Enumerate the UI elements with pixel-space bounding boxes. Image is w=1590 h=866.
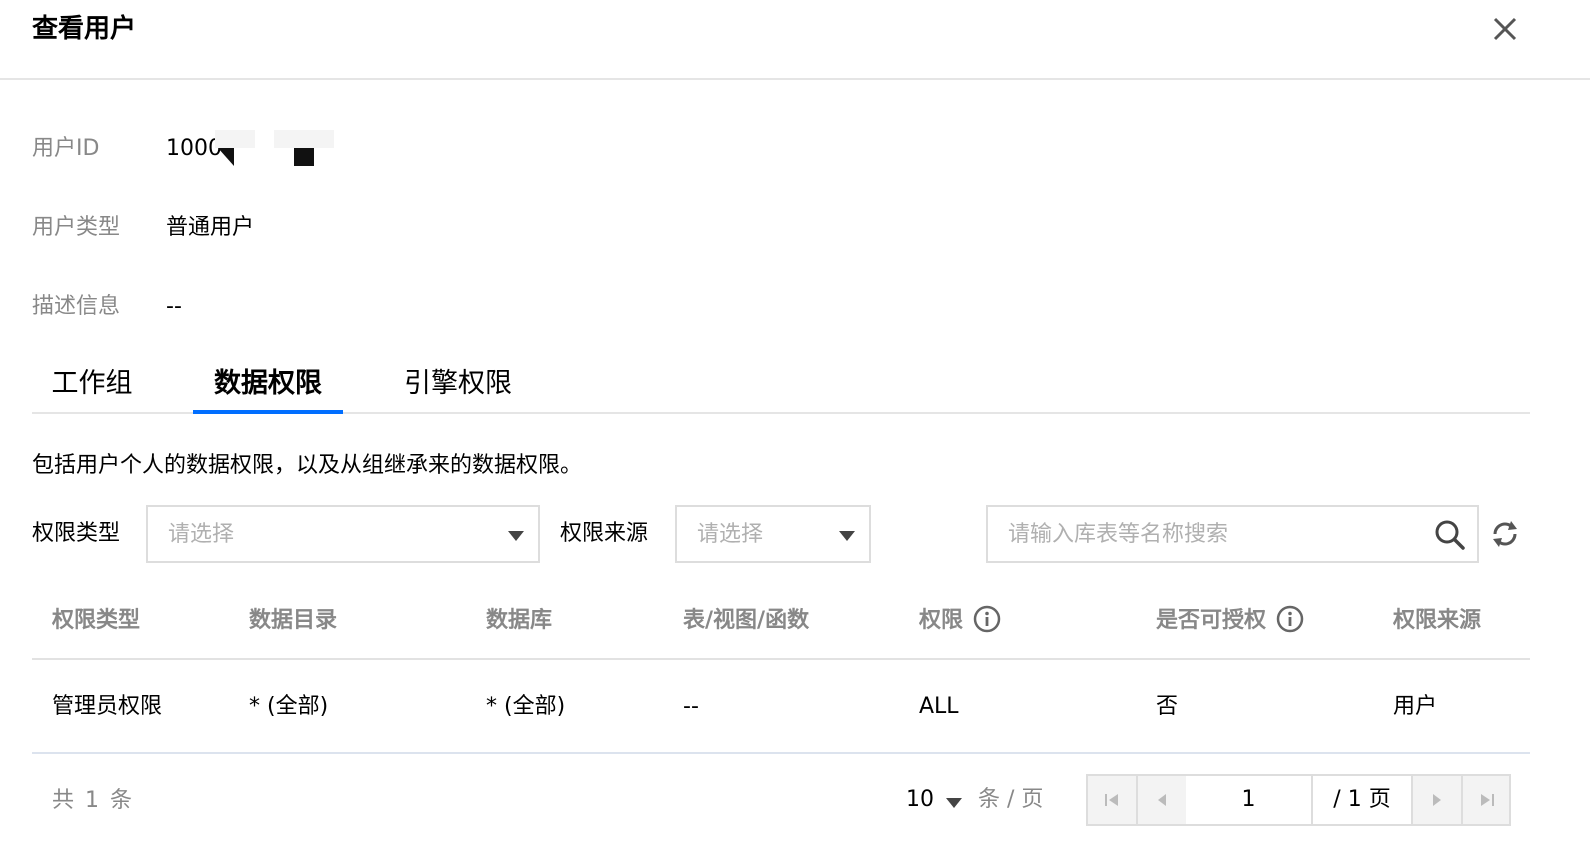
cell-table-view-function: -- <box>683 694 699 719</box>
search-placeholder: 请输入库表等名称搜索 <box>1008 522 1229 547</box>
perm-source-select[interactable]: 请选择 <box>675 505 871 563</box>
close-button[interactable] <box>1488 12 1522 46</box>
first-page-button[interactable] <box>1088 776 1138 824</box>
chevron-down-icon <box>508 531 524 541</box>
column-header-perm-source: 权限来源 <box>1393 608 1482 633</box>
refresh-button[interactable] <box>1489 518 1521 550</box>
info-icon[interactable] <box>973 605 1001 633</box>
close-icon <box>1493 17 1517 41</box>
chevron-left-icon <box>1158 794 1166 806</box>
column-header-perm-type: 权限类型 <box>52 608 141 633</box>
column-header-database: 数据库 <box>486 608 553 633</box>
user-id-label: 用户ID <box>32 136 100 161</box>
per-page-label: 条 / 页 <box>978 787 1044 812</box>
redaction-mask <box>215 130 255 148</box>
page-size-select[interactable]: 10 <box>906 784 962 816</box>
dialog-title: 查看用户 <box>32 14 137 44</box>
redaction-mask <box>274 130 334 148</box>
cell-catalog: * (全部) <box>249 694 329 719</box>
table-header: 权限类型 数据目录 数据库 表/视图/函数 权限 是否可授权 权限来源 <box>32 582 1530 660</box>
user-type-label: 用户类型 <box>32 215 121 240</box>
info-icon[interactable] <box>1276 605 1304 633</box>
prev-page-button[interactable] <box>1138 776 1188 824</box>
first-page-icon <box>1105 794 1118 806</box>
column-header-table-view-function: 表/视图/函数 <box>683 608 810 633</box>
cell-database: * (全部) <box>486 694 566 719</box>
perm-source-placeholder: 请选择 <box>697 522 764 547</box>
description-label: 描述信息 <box>32 294 121 319</box>
chevron-right-icon <box>1433 794 1441 806</box>
column-header-grantable: 是否可授权 <box>1156 605 1304 636</box>
perm-type-select[interactable]: 请选择 <box>146 505 540 563</box>
section-description: 包括用户个人的数据权限，以及从组继承来的数据权限。 <box>32 453 583 478</box>
search-input[interactable]: 请输入库表等名称搜索 <box>986 505 1479 563</box>
pagination-controls: 1 / 1 页 <box>1086 774 1511 826</box>
dialog-header: 查看用户 <box>0 0 1590 80</box>
page-number-input[interactable]: 1 <box>1186 776 1313 824</box>
chevron-down-icon <box>839 531 855 541</box>
perm-source-filter-label: 权限来源 <box>560 521 649 546</box>
page-size-value: 10 <box>906 787 934 812</box>
tab-data-permissions[interactable]: 数据权限 <box>193 362 343 414</box>
tab-bar: 工作组 数据权限 引擎权限 <box>32 362 1530 414</box>
column-header-permission-label: 权限 <box>919 608 964 633</box>
next-page-button[interactable] <box>1413 776 1463 824</box>
cell-permission: ALL <box>919 694 959 719</box>
tab-workgroup[interactable]: 工作组 <box>32 362 152 414</box>
cell-perm-type: 管理员权限 <box>52 694 163 719</box>
refresh-icon <box>1493 521 1517 547</box>
table-row: 管理员权限 * (全部) * (全部) -- ALL 否 用户 <box>32 660 1530 754</box>
perm-type-filter-label: 权限类型 <box>32 521 121 546</box>
column-header-permission: 权限 <box>919 605 1001 636</box>
total-pages: / 1 页 <box>1313 776 1413 824</box>
cell-perm-source: 用户 <box>1393 694 1438 719</box>
cell-grantable: 否 <box>1156 694 1179 719</box>
column-header-catalog: 数据目录 <box>249 608 338 633</box>
description-value: -- <box>166 294 182 319</box>
last-page-icon <box>1481 794 1494 806</box>
last-page-button[interactable] <box>1463 776 1513 824</box>
redaction-mark <box>294 148 314 166</box>
tab-engine-permissions[interactable]: 引擎权限 <box>388 362 528 414</box>
search-button[interactable] <box>1434 519 1466 551</box>
search-icon <box>1435 520 1465 550</box>
chevron-down-icon <box>946 798 962 808</box>
user-id-value: 1000 <box>166 136 222 161</box>
total-count: 共 1 条 <box>52 788 132 813</box>
perm-type-placeholder: 请选择 <box>168 522 235 547</box>
user-type-value: 普通用户 <box>166 215 255 240</box>
column-header-grantable-label: 是否可授权 <box>1156 608 1267 633</box>
